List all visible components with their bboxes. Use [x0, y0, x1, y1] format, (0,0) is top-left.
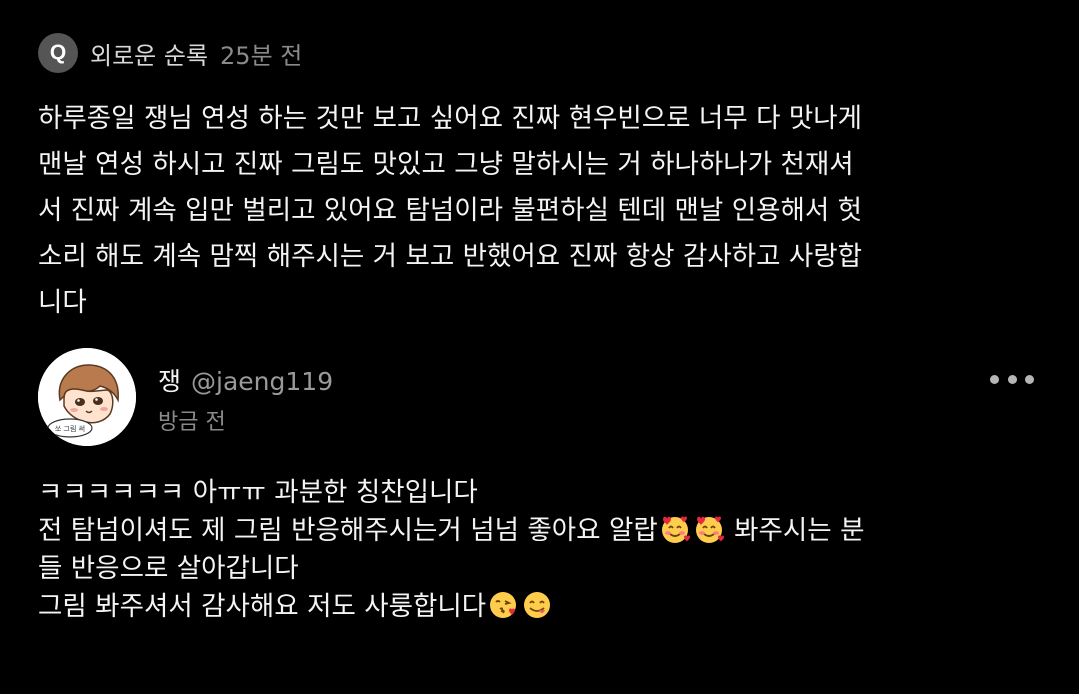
smiling-face-with-hearts-icon: [693, 513, 725, 545]
smiling-face-with-hearts-icon: [659, 513, 691, 545]
answer-line-text: 봐주시는 분: [725, 515, 865, 546]
avatar-illustration: 쏘 그림 써: [38, 348, 136, 446]
more-options-icon: [1025, 374, 1034, 384]
answer-line: ㅋㅋㅋㅋㅋㅋ 아ㅠㅠ 과분한 칭찬입니다: [38, 477, 478, 508]
answer-line-text: 그림 봐주셔서 감사해요 저도 사룽합니다: [38, 591, 487, 622]
question-author[interactable]: 외로운 순록: [90, 36, 208, 71]
answer-text: ㅋㅋㅋㅋㅋㅋ 아ㅠㅠ 과분한 칭찬입니다 전 탐넘이셔도 제 그림 반응해주시는…: [38, 474, 1048, 626]
answer-author[interactable]: 쟁 @jaeng119: [158, 362, 333, 398]
question-text: 하루종일 쟁님 연성 하는 것만 보고 싶어요 진짜 현우빈으로 너무 다 맛나…: [38, 103, 863, 318]
answer-line: 그림 봐주셔서 감사해요 저도 사룽합니다: [38, 588, 1048, 626]
avatar-caption: 쏘 그림 써: [55, 424, 85, 433]
more-options-button[interactable]: [988, 362, 1036, 396]
question-timestamp: 25분 전: [220, 41, 303, 70]
answer-timestamp: 방금 전: [158, 410, 226, 435]
answer-line: 들 반응으로 살아갑니다: [38, 553, 299, 584]
more-options-icon: [1007, 374, 1017, 384]
answer-handle[interactable]: @jaeng119: [191, 367, 333, 396]
question-badge-icon: Q: [38, 33, 78, 73]
answer-line: 전 탐넘이셔도 제 그림 반응해주시는거 넘넘 좋아요 알랍 봐주시는 분: [38, 512, 1048, 550]
face-savoring-food-icon: [521, 589, 553, 621]
more-options-icon: [990, 374, 999, 384]
answer-line-text: 전 탐넘이셔도 제 그림 반응해주시는거 넘넘 좋아요 알랍: [38, 515, 658, 546]
answer-display-name[interactable]: 쟁: [158, 362, 181, 398]
question-header: Q 외로운 순록 25분 전: [38, 32, 302, 74]
avatar[interactable]: 쏘 그림 써: [38, 348, 136, 446]
face-blowing-kiss-icon: [487, 589, 519, 621]
